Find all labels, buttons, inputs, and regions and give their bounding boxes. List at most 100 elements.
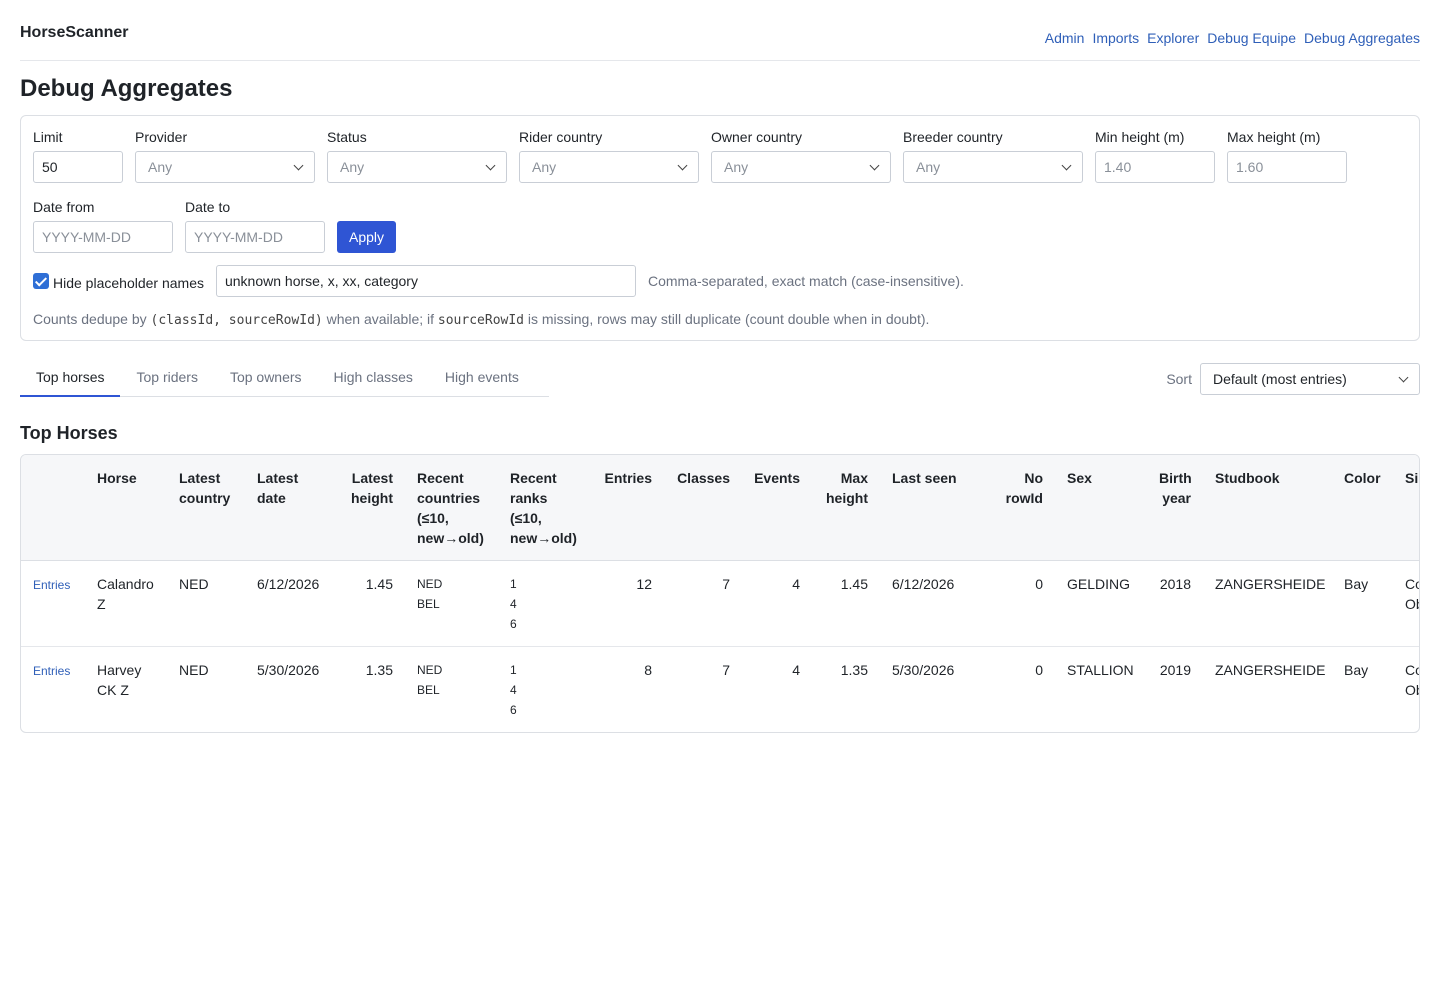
recent-rank: 1 <box>510 663 517 677</box>
latest-date-cell: 6/12/2026 <box>245 560 338 647</box>
last-seen-cell: 6/12/2026 <box>880 560 980 647</box>
entries-cell: Entries <box>21 560 85 647</box>
date-to-input[interactable]: YYYY-MM-DD <box>185 221 325 253</box>
tab-high-events[interactable]: High events <box>429 361 535 397</box>
col-header-sex[interactable]: Sex <box>1055 455 1147 561</box>
entries-count-cell: 12 <box>591 560 664 647</box>
sort-select[interactable]: Default (most entries) <box>1200 363 1420 395</box>
placeholder-names-input[interactable]: unknown horse, x, xx, category <box>215 265 636 297</box>
max-height-field: Max height (m) 1.60 <box>1227 129 1347 183</box>
horse-cell: Harvey CK Z <box>97 662 142 698</box>
col-header-color[interactable]: Color <box>1332 455 1393 561</box>
col-header-studbook[interactable]: Studbook <box>1203 455 1332 561</box>
tab-top-horses[interactable]: Top horses <box>20 361 121 397</box>
events-cell: 4 <box>742 560 812 647</box>
color-cell: Bay <box>1344 662 1369 678</box>
page-title: Debug Aggregates <box>20 75 233 102</box>
classes-cell: 7 <box>722 662 730 678</box>
hide-placeholder-label: Hide placeholder names <box>53 275 204 291</box>
rider-country-field: Rider country Any <box>519 129 699 183</box>
brand-logo[interactable]: HorseScanner <box>20 24 129 42</box>
tab-top-owners[interactable]: Top owners <box>214 361 318 397</box>
latest-country-cell: NED <box>179 662 209 678</box>
top-bar: HorseScanner Admin Imports Explorer Debu… <box>20 0 1420 61</box>
col-header-recent-ranks[interactable]: Recent ranks (≤10, new→old) <box>498 455 591 561</box>
table-row: Entries Calandro Z NED 6/12/2026 1.45 NE… <box>21 560 1419 647</box>
apply-button[interactable]: Apply <box>337 221 397 253</box>
classes-cell: 7 <box>664 560 742 647</box>
breeder-country-select[interactable]: Any <box>903 151 1083 183</box>
status-label: Status <box>327 129 367 145</box>
sex-cell: GELDING <box>1055 560 1147 647</box>
color-cell: Bay <box>1332 560 1393 647</box>
owner-country-select[interactable]: Any <box>711 151 891 183</box>
min-height-field: Min height (m) 1.40 <box>1095 129 1215 183</box>
col-header-max-height[interactable]: Max height <box>812 455 880 561</box>
chevron-down-icon <box>1061 160 1072 170</box>
entries-link[interactable]: Entries <box>33 664 70 678</box>
recent-country: NED <box>417 663 443 677</box>
date-from-input[interactable]: YYYY-MM-DD <box>33 221 173 253</box>
nav-imports[interactable]: Imports <box>1092 30 1139 46</box>
recent-rank: 4 <box>510 683 517 697</box>
hide-placeholder-checkbox[interactable] <box>33 273 49 289</box>
info-text-pre: Counts dedupe by <box>33 311 151 327</box>
col-header-events[interactable]: Events <box>742 455 812 561</box>
top-nav: Admin Imports Explorer Debug Equipe Debu… <box>1045 24 1420 46</box>
nav-admin[interactable]: Admin <box>1045 30 1085 46</box>
tab-high-classes[interactable]: High classes <box>318 361 429 397</box>
col-header-horse[interactable]: Horse <box>85 455 167 561</box>
col-header-no-rowid[interactable]: No rowId <box>980 455 1055 561</box>
tab-bar: Top horses Top riders Top owners High cl… <box>20 361 549 397</box>
owner-country-label: Owner country <box>711 129 803 145</box>
status-select[interactable]: Any <box>327 151 507 183</box>
recent-country: NED <box>417 577 443 591</box>
limit-label: Limit <box>33 129 63 145</box>
col-header-birth-year[interactable]: Birth year <box>1147 455 1203 561</box>
recent-countries-cell: NED BEL <box>405 647 498 733</box>
info-code-source-row: sourceRowId <box>437 313 524 328</box>
status-value: Any <box>340 159 365 175</box>
owner-country-field: Owner country Any <box>711 129 891 183</box>
col-header-sire[interactable]: Sire <box>1393 455 1419 561</box>
section-title: Top Horses <box>20 423 118 443</box>
recent-rank: 1 <box>510 577 517 591</box>
date-to-field: Date to YYYY-MM-DD <box>185 199 325 253</box>
date-from-label: Date from <box>33 199 95 215</box>
table-row: Entries Harvey CK Z NED 5/30/2026 1.35 N… <box>21 647 1419 733</box>
provider-value: Any <box>148 159 173 175</box>
max-height-input[interactable]: 1.60 <box>1227 151 1347 183</box>
info-code-class-source: (classId, sourceRowId) <box>150 313 323 328</box>
sire-cell: Cornet Obolensky <box>1393 560 1419 647</box>
owner-country-value: Any <box>724 159 749 175</box>
col-header-entries[interactable]: Entries <box>591 455 664 561</box>
nav-debug-aggregates[interactable]: Debug Aggregates <box>1304 30 1420 46</box>
recent-countries-cell: NED BEL <box>405 560 498 647</box>
limit-input[interactable]: 50 <box>33 151 123 183</box>
latest-date-cell: 5/30/2026 <box>257 662 320 678</box>
no-rowid-cell: 0 <box>980 560 1055 647</box>
col-header-latest-date[interactable]: Latest date <box>245 455 338 561</box>
latest-height-cell: 1.35 <box>365 662 393 678</box>
tab-top-riders[interactable]: Top riders <box>120 361 213 397</box>
col-header-latest-country[interactable]: Latest country <box>167 455 245 561</box>
rider-country-select[interactable]: Any <box>519 151 699 183</box>
nav-debug-equipe[interactable]: Debug Equipe <box>1207 30 1296 46</box>
events-cell: 4 <box>792 662 800 678</box>
entries-link[interactable]: Entries <box>33 578 70 592</box>
max-height-cell: 1.35 <box>840 662 868 678</box>
min-height-input[interactable]: 1.40 <box>1095 151 1215 183</box>
recent-ranks-cell: 1 4 6 <box>498 560 591 647</box>
hide-placeholder-toggle[interactable]: Hide placeholder names <box>33 271 204 291</box>
date-to-label: Date to <box>185 199 231 215</box>
col-header-recent-countries[interactable]: Recent countries (≤10, new→old) <box>405 455 498 561</box>
col-header-link <box>21 455 85 561</box>
table-header-row: Horse Latest country Latest date Latest … <box>21 455 1419 561</box>
nav-explorer[interactable]: Explorer <box>1147 30 1199 46</box>
max-height-cell: 1.45 <box>812 560 880 647</box>
col-header-last-seen[interactable]: Last seen <box>880 455 980 561</box>
col-header-classes[interactable]: Classes <box>664 455 742 561</box>
provider-select[interactable]: Any <box>135 151 315 183</box>
min-height-label: Min height (m) <box>1095 129 1185 145</box>
col-header-latest-height[interactable]: Latest height <box>338 455 405 561</box>
